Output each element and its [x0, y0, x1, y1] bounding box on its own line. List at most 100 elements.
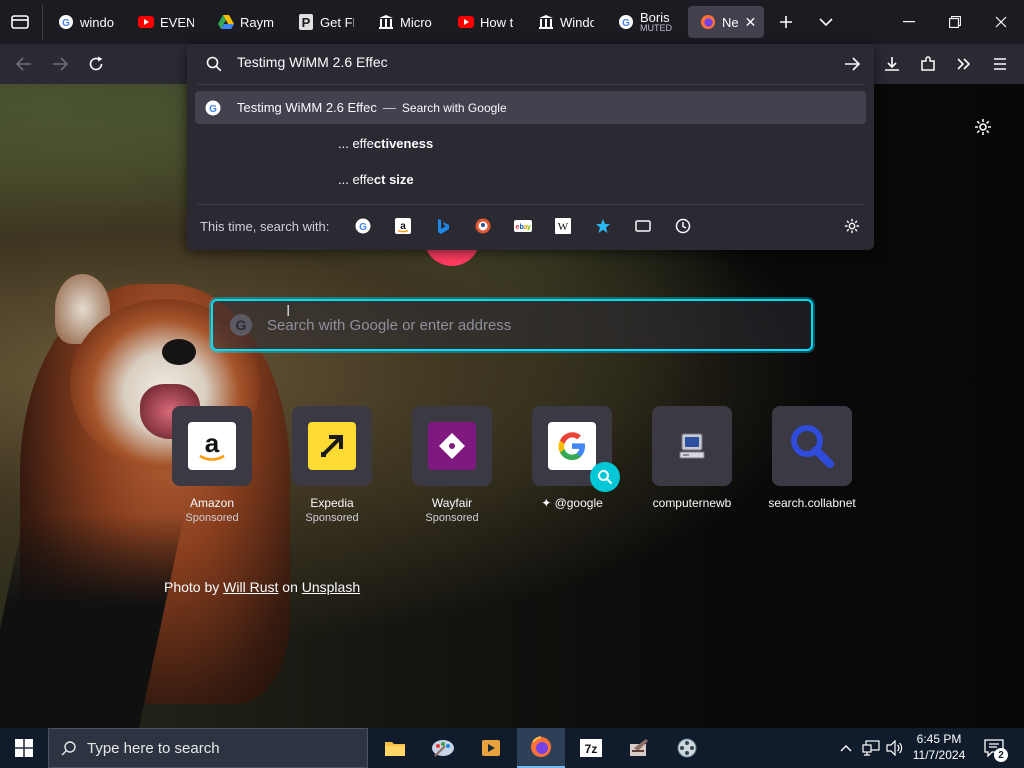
personalize-button[interactable]	[972, 116, 994, 138]
suggestion-tail[interactable]: ... effe ct size	[195, 163, 866, 196]
engine-google-button[interactable]: G	[350, 213, 376, 239]
tab-label: EVEN I	[160, 14, 194, 30]
tab-label-group: Boris I MUTED	[640, 11, 674, 33]
columns-icon	[378, 14, 394, 30]
suggestion-tail[interactable]: ... effe ctiveness	[195, 127, 866, 160]
go-arrow-icon[interactable]	[844, 57, 860, 71]
reload-button[interactable]	[84, 53, 108, 75]
chevron-down-icon	[819, 18, 833, 27]
sponsored-label: Sponsored	[305, 512, 359, 524]
tile-label-text: @google	[554, 496, 603, 510]
shortcut-tile-collabnet[interactable]: search.collabnet	[768, 406, 856, 510]
tab-boris[interactable]: G Boris I MUTED	[606, 6, 686, 38]
media-player-button[interactable]	[467, 728, 515, 768]
new-tab-search-box[interactable]: G	[211, 299, 813, 351]
chevron-up-icon	[840, 745, 852, 752]
google-icon: G	[58, 14, 74, 30]
wikipedia-icon: W	[555, 218, 571, 234]
svg-text:G: G	[209, 104, 217, 115]
firefox-view-icon	[11, 15, 29, 29]
shortcut-tile-amazon[interactable]: a Amazon Sponsored	[172, 406, 252, 524]
taskbar-search-placeholder: Type here to search	[87, 739, 220, 757]
svg-text:7z: 7z	[585, 742, 598, 756]
duckduckgo-icon	[475, 218, 491, 234]
tile-label: computernewb	[652, 496, 732, 510]
app-menu-button[interactable]	[988, 53, 1012, 75]
urlbar[interactable]	[187, 44, 874, 84]
taskbar-clock[interactable]: 6:45 PM 11/7/2024	[908, 731, 970, 763]
tab-even[interactable]: EVEN I	[126, 6, 204, 38]
urlbar-input[interactable]	[237, 54, 797, 70]
suggestion-completion: ctiveness	[373, 136, 434, 151]
show-hidden-icons-button[interactable]	[838, 740, 854, 756]
shortcut-tile-wayfair[interactable]: Wayfair Sponsored	[412, 406, 492, 524]
divider	[197, 84, 864, 85]
tab-micro[interactable]: Micro	[366, 6, 444, 38]
extensions-button[interactable]	[916, 53, 940, 75]
paint-app-button[interactable]	[419, 728, 467, 768]
arrow-right-icon	[53, 57, 68, 71]
forward-button[interactable]	[48, 53, 72, 75]
tile-box	[772, 406, 852, 486]
one-off-label: This time, search with:	[200, 218, 330, 234]
engine-duckduckgo-button[interactable]	[470, 213, 496, 239]
close-icon	[995, 16, 1007, 28]
video-editor-button[interactable]	[663, 728, 711, 768]
engine-ebay-button[interactable]: ebay	[510, 213, 536, 239]
tabs-search-button[interactable]	[630, 213, 656, 239]
new-tab-button[interactable]	[774, 11, 798, 33]
tile-box	[532, 406, 620, 492]
suggestion-prefix: ... effe	[338, 172, 374, 187]
youtube-icon	[138, 14, 154, 30]
tab-rayma[interactable]: Rayma	[206, 6, 284, 38]
suggestion-separator: —	[382, 100, 396, 115]
file-explorer-button[interactable]	[371, 728, 419, 768]
history-search-button[interactable]	[670, 213, 696, 239]
new-tab-search-input[interactable]	[267, 316, 787, 334]
close-tab-icon[interactable]: ✕	[745, 14, 757, 31]
restore-button[interactable]	[932, 0, 978, 44]
engine-wikipedia-button[interactable]: W	[550, 213, 576, 239]
tile-box	[652, 406, 732, 486]
overflow-menu-button[interactable]	[952, 53, 976, 75]
minimize-button[interactable]	[886, 0, 932, 44]
7zip-button[interactable]: 7z	[567, 728, 615, 768]
minimize-icon	[903, 21, 915, 23]
network-button[interactable]	[861, 739, 881, 757]
shortcut-tile-computernewb[interactable]: computernewb	[652, 406, 732, 510]
downloads-button[interactable]	[880, 53, 904, 75]
bookmarks-search-button[interactable]	[590, 213, 616, 239]
tab-windo[interactable]: G windo	[46, 6, 124, 38]
engine-bing-button[interactable]	[430, 213, 456, 239]
suggestion-search-google[interactable]: G Testimg WiMM 2.6 Effec — Search with G…	[195, 91, 866, 124]
engine-amazon-button[interactable]: a	[390, 213, 416, 239]
download-icon	[885, 57, 899, 71]
close-window-button[interactable]	[978, 0, 1024, 44]
volume-button[interactable]	[885, 739, 905, 757]
tile-label: search.collabnet	[768, 496, 856, 510]
start-button[interactable]	[0, 728, 48, 768]
shortcut-tile-google[interactable]: ✦ @google	[532, 406, 620, 510]
tile-box: a	[172, 406, 252, 486]
credit-site-link[interactable]: Unsplash	[302, 579, 360, 595]
back-button[interactable]	[12, 53, 36, 75]
firefox-view-button[interactable]	[8, 11, 32, 33]
installer-icon	[630, 739, 648, 756]
media-player-icon	[482, 740, 500, 756]
firefox-taskbar-button[interactable]	[517, 728, 565, 768]
action-center-button[interactable]: 2	[980, 736, 1008, 762]
tab-howt[interactable]: How t	[446, 6, 524, 38]
text-cursor-icon: I	[286, 303, 291, 320]
tab-new-tab[interactable]: Ne ✕	[688, 6, 764, 38]
taskbar-search-box[interactable]: Type here to search	[48, 728, 368, 768]
list-all-tabs-button[interactable]	[814, 11, 838, 33]
tile-label: ✦ @google	[541, 496, 603, 510]
credit-author-link[interactable]: Will Rust	[223, 579, 278, 595]
installer-app-button[interactable]	[615, 728, 663, 768]
tab-getfr[interactable]: P Get FR	[286, 6, 364, 38]
tile-label: Amazon	[189, 496, 235, 510]
search-icon	[206, 56, 222, 72]
tab-windo-2[interactable]: Windo	[526, 6, 604, 38]
search-settings-button[interactable]	[839, 213, 865, 239]
shortcut-tile-expedia[interactable]: Expedia Sponsored	[292, 406, 372, 524]
